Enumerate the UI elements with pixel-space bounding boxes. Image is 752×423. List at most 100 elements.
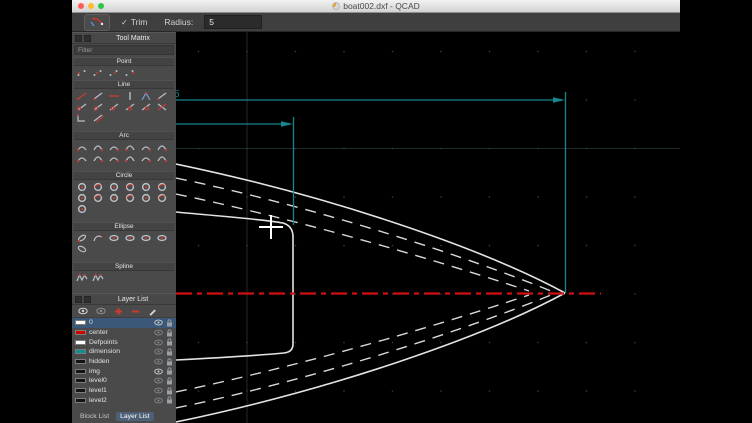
line-tool-icon[interactable] (91, 102, 104, 112)
drawing-canvas[interactable]: 5 (176, 32, 680, 423)
line-tool-icon[interactable] (75, 91, 88, 101)
arc-tool-icon[interactable] (123, 153, 136, 163)
circle-tool-icon[interactable] (75, 193, 88, 203)
layer-color-swatch[interactable] (75, 388, 86, 393)
layer-lock-icon[interactable] (166, 367, 173, 375)
float-panel-icon[interactable] (75, 35, 82, 42)
arc-tool-icon[interactable] (75, 153, 88, 163)
arc-tool-icon[interactable] (75, 142, 88, 152)
circle-tool-icon[interactable] (123, 182, 136, 192)
layer-color-swatch[interactable] (75, 359, 86, 364)
point-tool-icon[interactable] (123, 68, 136, 78)
line-tool-icon[interactable] (155, 102, 168, 112)
layer-visibility-eye-icon[interactable] (154, 339, 163, 346)
layer-lock-icon[interactable] (166, 348, 173, 356)
line-tool-icon[interactable] (107, 102, 120, 112)
cad-drawing[interactable]: 5 (176, 32, 680, 423)
layer-row-center[interactable]: center (72, 328, 176, 338)
circle-tool-icon[interactable] (75, 204, 88, 214)
layer-lock-icon[interactable] (166, 358, 173, 366)
layer-row-level2[interactable]: level2 (72, 396, 176, 406)
layer-color-swatch[interactable] (75, 340, 86, 345)
circle-tool-icon[interactable] (91, 193, 104, 203)
layer-visibility-eye-icon[interactable] (154, 348, 163, 355)
layer-color-swatch[interactable] (75, 398, 86, 403)
arc-tool-icon[interactable] (139, 142, 152, 152)
layer-row-dimension[interactable]: dimension (72, 347, 176, 357)
layer-visibility-eye-icon[interactable] (154, 368, 163, 375)
layer-color-swatch[interactable] (75, 330, 86, 335)
ellipse-tool-icon[interactable] (123, 233, 136, 243)
layer-visibility-eye-icon[interactable] (154, 377, 163, 384)
layer-lock-icon[interactable] (166, 338, 173, 346)
layer-lock-icon[interactable] (166, 319, 173, 327)
circle-tool-icon[interactable] (155, 193, 168, 203)
layer-visibility-eye-icon[interactable] (154, 358, 163, 365)
layer-row-level0[interactable]: level0 (72, 376, 176, 386)
line-tool-icon[interactable] (91, 91, 104, 101)
arc-tool-icon[interactable] (139, 153, 152, 163)
line-tool-icon[interactable] (75, 102, 88, 112)
line-tool-icon[interactable] (139, 102, 152, 112)
layer-row-level1[interactable]: level1 (72, 386, 176, 396)
round-tool-button[interactable] (84, 14, 110, 31)
point-tool-icon[interactable] (75, 68, 88, 78)
arc-tool-icon[interactable] (91, 142, 104, 152)
layer-visibility-eye-icon[interactable] (154, 329, 163, 336)
layer-row-Defpoints[interactable]: Defpoints (72, 337, 176, 347)
line-tool-icon[interactable] (107, 91, 120, 101)
point-tool-icon[interactable] (107, 68, 120, 78)
circle-tool-icon[interactable] (123, 193, 136, 203)
arc-tool-icon[interactable] (91, 153, 104, 163)
trim-checkbox[interactable]: ✓ Trim (121, 17, 147, 27)
close-panel-icon[interactable] (84, 35, 91, 42)
arc-tool-icon[interactable] (107, 153, 120, 163)
circle-tool-icon[interactable] (155, 182, 168, 192)
line-tool-icon[interactable] (155, 91, 168, 101)
layer-color-swatch[interactable] (75, 378, 86, 383)
spline-tool-icon[interactable] (91, 273, 104, 283)
ellipse-tool-icon[interactable] (75, 233, 88, 243)
layer-visibility-eye-icon[interactable] (154, 387, 163, 394)
float-panel-icon[interactable] (75, 296, 82, 303)
tab-block-list[interactable]: Block List (76, 412, 113, 421)
circle-tool-icon[interactable] (139, 182, 152, 192)
circle-tool-icon[interactable] (107, 182, 120, 192)
layer-lock-icon[interactable] (166, 377, 173, 385)
remove-layer-button[interactable] (131, 307, 140, 316)
hide-all-layers-button[interactable] (96, 307, 106, 315)
ellipse-tool-icon[interactable] (139, 233, 152, 243)
arc-tool-icon[interactable] (107, 142, 120, 152)
layer-color-swatch[interactable] (75, 369, 86, 374)
show-all-layers-button[interactable] (78, 307, 88, 315)
layer-visibility-eye-icon[interactable] (154, 397, 163, 404)
layer-lock-icon[interactable] (166, 387, 173, 395)
layer-row-0[interactable]: 0 (72, 318, 176, 328)
arc-tool-icon[interactable] (155, 142, 168, 152)
layer-lock-icon[interactable] (166, 329, 173, 337)
layer-color-swatch[interactable] (75, 320, 86, 325)
arc-tool-icon[interactable] (123, 142, 136, 152)
line-tool-icon[interactable] (75, 113, 88, 123)
layer-color-swatch[interactable] (75, 349, 86, 354)
circle-tool-icon[interactable] (139, 193, 152, 203)
edit-layer-button[interactable] (148, 307, 157, 316)
layer-row-hidden[interactable]: hidden (72, 357, 176, 367)
line-tool-icon[interactable] (123, 91, 136, 101)
circle-tool-icon[interactable] (107, 193, 120, 203)
layer-row-img[interactable]: img (72, 366, 176, 376)
line-tool-icon[interactable] (139, 91, 152, 101)
close-panel-icon[interactable] (84, 296, 91, 303)
ellipse-tool-icon[interactable] (155, 233, 168, 243)
ellipse-tool-icon[interactable] (91, 233, 104, 243)
circle-tool-icon[interactable] (75, 182, 88, 192)
radius-input[interactable]: 5 (204, 15, 262, 29)
spline-tool-icon[interactable] (75, 273, 88, 283)
layer-visibility-eye-icon[interactable] (154, 319, 163, 326)
ellipse-tool-icon[interactable] (75, 244, 88, 254)
line-tool-icon[interactable] (123, 102, 136, 112)
circle-tool-icon[interactable] (91, 182, 104, 192)
tool-filter-input[interactable]: Filter (74, 45, 174, 55)
point-tool-icon[interactable] (91, 68, 104, 78)
tab-layer-list[interactable]: Layer List (116, 412, 153, 421)
